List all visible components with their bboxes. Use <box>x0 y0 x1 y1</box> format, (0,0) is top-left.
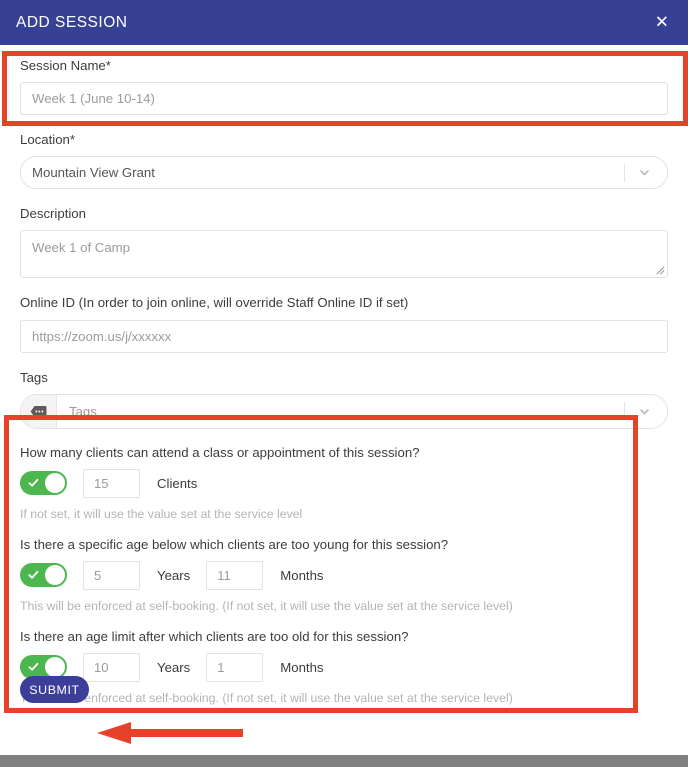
max-age-years-label: Years <box>157 659 191 675</box>
location-field: Location* Mountain View Grant <box>20 131 668 190</box>
min-age-years-label: Years <box>157 567 191 583</box>
tags-field: Tags Tags <box>20 369 668 429</box>
location-label: Location* <box>20 132 75 148</box>
check-icon <box>28 479 39 487</box>
toggle-knob <box>45 565 65 586</box>
capacity-toggle[interactable] <box>20 471 67 496</box>
max-age-question: Is there an age limit after which client… <box>20 628 409 644</box>
min-age-toggle[interactable] <box>20 563 67 588</box>
chevron-down-icon[interactable] <box>636 165 652 181</box>
page-title: ADD SESSION <box>16 13 128 31</box>
description-value: Week 1 of Camp <box>32 240 130 256</box>
chevron-down-icon[interactable] <box>636 403 652 419</box>
toggle-knob <box>45 473 65 494</box>
check-icon <box>28 663 39 671</box>
min-age-row: 5 Years 11 Months <box>20 560 668 590</box>
online-id-input[interactable]: https://zoom.us/j/xxxxxx <box>20 319 668 353</box>
description-label: Description <box>20 206 86 222</box>
tag-icon <box>21 394 57 428</box>
min-age-section: Is there a specific age below which clie… <box>20 537 668 613</box>
session-name-field: Session Name* Week 1 (June 10-14) <box>20 45 668 116</box>
tags-label: Tags <box>20 369 48 385</box>
min-age-months-input[interactable]: 11 <box>206 560 264 590</box>
tags-chevron-wrap <box>624 395 667 428</box>
max-age-months-label: Months <box>280 659 324 675</box>
max-age-helper-text: This will be enforced at self-booking. (… <box>20 690 513 705</box>
max-age-section: Is there an age limit after which client… <box>20 629 668 705</box>
capacity-question: How many clients can attend a class or a… <box>20 444 420 460</box>
modal-body: Session Name* Week 1 (June 10-14) Locati… <box>0 45 688 755</box>
session-name-label: Session Name* <box>20 58 111 73</box>
max-age-months-input[interactable]: 1 <box>206 652 264 682</box>
description-field: Description Week 1 of Camp <box>20 205 668 279</box>
select-divider <box>624 163 625 182</box>
tags-select-divider <box>624 402 625 421</box>
capacity-section: How many clients can attend a class or a… <box>20 445 668 521</box>
tags-select[interactable]: Tags <box>20 393 668 429</box>
tags-input[interactable]: Tags <box>57 395 624 428</box>
min-age-years-input[interactable]: 5 <box>83 560 140 590</box>
location-selected-value: Mountain View Grant <box>32 165 155 181</box>
location-select[interactable]: Mountain View Grant <box>20 156 668 190</box>
check-icon <box>28 571 39 579</box>
description-textarea[interactable]: Week 1 of Camp <box>20 230 668 279</box>
session-name-input[interactable]: Week 1 (June 10-14) <box>20 82 668 116</box>
submit-button[interactable]: SUBMIT <box>20 676 89 703</box>
toggle-knob <box>45 657 65 678</box>
resize-handle-icon[interactable] <box>653 263 665 275</box>
footer-bar <box>0 755 688 767</box>
capacity-row: 15 Clients <box>20 468 668 498</box>
close-icon[interactable]: ✕ <box>655 14 669 31</box>
modal-header: ADD SESSION ✕ <box>0 0 688 45</box>
capacity-input[interactable]: 15 <box>83 468 140 498</box>
online-id-field: Online ID (In order to join online, will… <box>20 294 668 353</box>
max-age-years-input[interactable]: 10 <box>83 652 140 682</box>
min-age-months-label: Months <box>280 567 324 583</box>
min-age-helper-text: This will be enforced at self-booking. (… <box>20 598 513 613</box>
add-session-modal: ADD SESSION ✕ Session Name* Week 1 (June… <box>0 0 688 767</box>
online-id-label: Online ID (In order to join online, will… <box>20 295 409 311</box>
capacity-helper-text: If not set, it will use the value set at… <box>20 506 303 521</box>
max-age-row: 10 Years 1 Months <box>20 652 668 682</box>
capacity-unit-label: Clients <box>157 475 198 491</box>
min-age-question: Is there a specific age below which clie… <box>20 536 449 552</box>
